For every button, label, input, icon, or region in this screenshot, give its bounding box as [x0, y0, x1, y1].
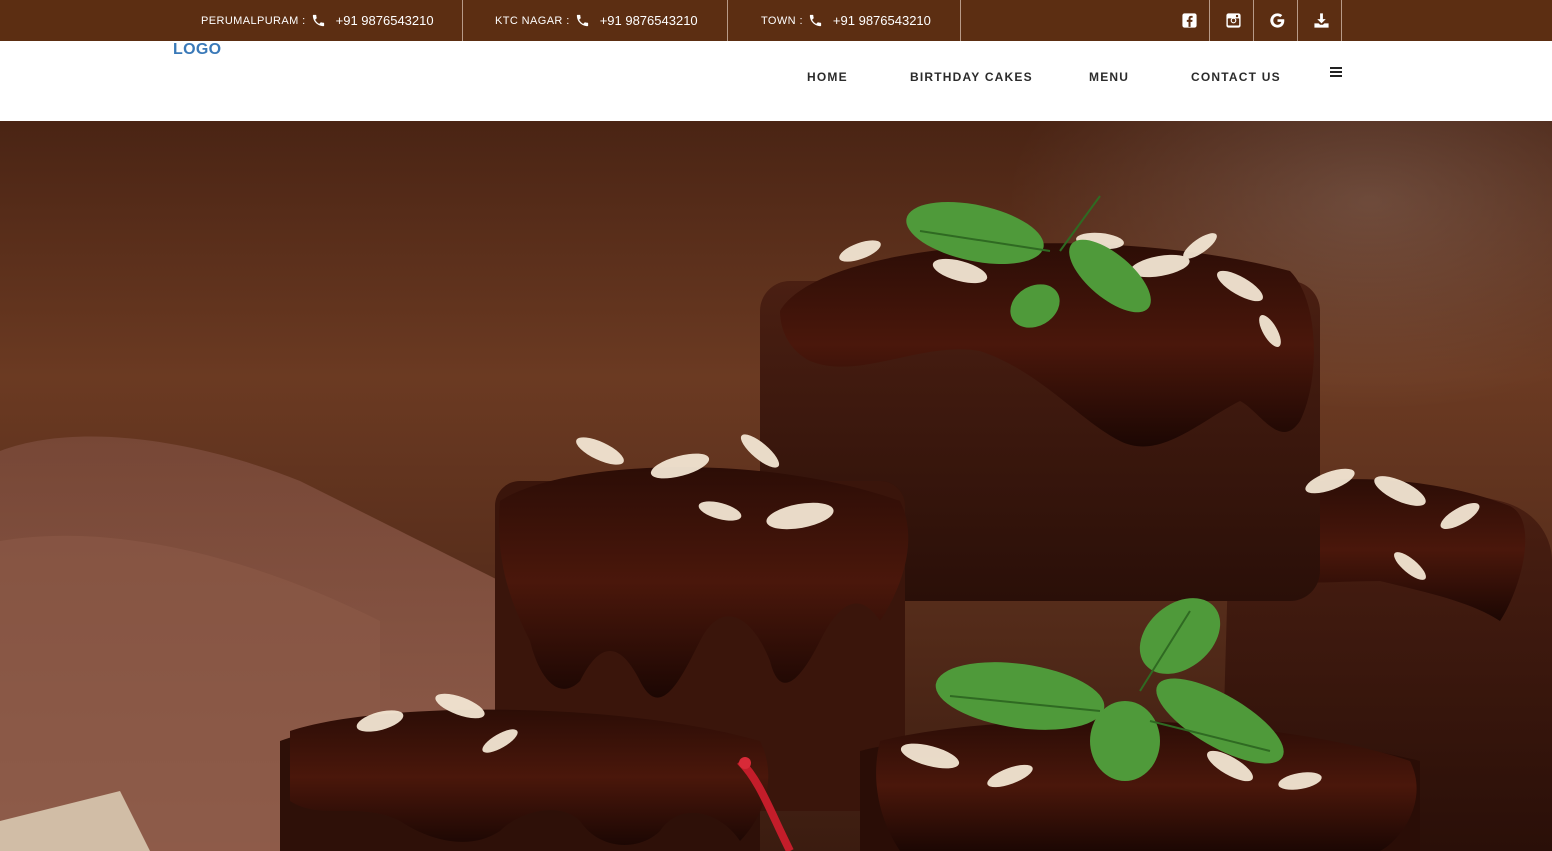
contact-town: TOWN : +91 9876543210 — [761, 0, 931, 41]
nav-contact-us[interactable]: CONTACT US — [1191, 70, 1281, 84]
divider — [960, 0, 961, 41]
facebook-icon[interactable] — [1168, 0, 1211, 41]
hamburger-icon[interactable] — [1330, 67, 1342, 77]
hero-brownie-image — [0, 195, 1552, 851]
contact-label: PERUMALPURAM : — [201, 14, 306, 27]
nav-birthday-cakes[interactable]: BIRTHDAY CAKES — [910, 70, 1033, 84]
site-logo[interactable]: LOGO — [173, 41, 221, 59]
instagram-icon[interactable] — [1212, 0, 1255, 41]
hero-banner — [0, 121, 1552, 851]
divider — [727, 0, 728, 41]
hamburger-line — [1330, 75, 1342, 77]
nav-home[interactable]: HOME — [807, 70, 848, 84]
site-header: LOGO HOME BIRTHDAY CAKES MENU CONTACT US — [0, 41, 1552, 121]
phone-link[interactable]: +91 9876543210 — [600, 13, 698, 28]
contact-ktc-nagar: KTC NAGAR : +91 9876543210 — [495, 0, 698, 41]
hamburger-line — [1330, 67, 1342, 69]
hamburger-line — [1330, 71, 1342, 73]
divider — [462, 0, 463, 41]
contact-label: TOWN : — [761, 14, 803, 27]
phone-icon — [575, 13, 590, 28]
nav-menu[interactable]: MENU — [1089, 70, 1129, 84]
phone-icon — [311, 13, 326, 28]
phone-link[interactable]: +91 9876543210 — [336, 13, 434, 28]
download-icon[interactable] — [1300, 0, 1343, 41]
top-contact-bar: PERUMALPURAM : +91 9876543210 KTC NAGAR … — [0, 0, 1552, 41]
contact-label: KTC NAGAR : — [495, 14, 570, 27]
phone-icon — [808, 13, 823, 28]
contact-perumalpuram: PERUMALPURAM : +91 9876543210 — [201, 0, 434, 41]
google-icon[interactable] — [1256, 0, 1299, 41]
phone-link[interactable]: +91 9876543210 — [833, 13, 931, 28]
